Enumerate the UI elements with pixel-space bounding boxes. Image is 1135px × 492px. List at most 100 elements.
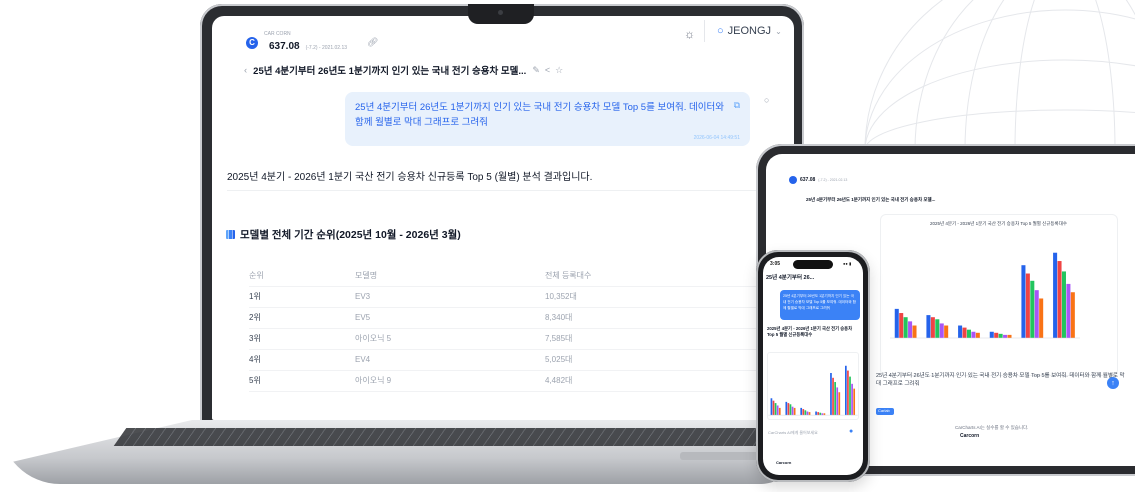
ranking-table: 순위 모델명 전체 등록대수 1위 EV3 10,352대 2위 EV5 8,3… bbox=[249, 266, 769, 392]
tablet-price-meta: (-7.2) - 2021.02.13 bbox=[818, 178, 848, 182]
chart-bar bbox=[789, 404, 792, 416]
link-icon[interactable]: 🔗︎ bbox=[367, 37, 378, 48]
phone-time: 3:05 bbox=[770, 261, 781, 267]
chart-bar bbox=[778, 407, 781, 416]
chart-bar bbox=[1053, 252, 1058, 338]
chart-bar bbox=[1034, 290, 1039, 338]
chart-bar bbox=[944, 325, 949, 338]
chart-bar bbox=[785, 401, 788, 416]
user-menu[interactable]: ○ JEONGJ ⌄ bbox=[704, 20, 786, 42]
divider bbox=[227, 190, 767, 191]
chart-bar bbox=[1066, 283, 1071, 338]
message-timestamp: 2026-06-04 14:49:51 bbox=[693, 135, 740, 141]
tablet-app-logo-icon bbox=[789, 176, 797, 184]
user-message-bubble: 25년 4분기부터 26년도 1분기까지 인기 있는 국내 전기 승용차 모델 … bbox=[345, 92, 750, 146]
chevron-down-icon: ⌄ bbox=[775, 26, 782, 36]
chart-bar bbox=[823, 413, 826, 416]
theme-toggle-icon[interactable]: ☼ bbox=[684, 27, 695, 41]
chart-bar bbox=[962, 327, 967, 338]
chart-bar bbox=[847, 370, 849, 416]
chart-bar bbox=[994, 332, 999, 338]
chart-bar bbox=[926, 315, 931, 338]
chart-bar bbox=[787, 403, 790, 416]
mic-icon[interactable]: ● bbox=[849, 428, 853, 435]
phone-chat-input[interactable]: CarCharts AI에게 물어보세요 bbox=[768, 430, 858, 436]
table-row: 3위 아이오닉 5 7,585대 bbox=[249, 328, 769, 350]
cell-rank: 5위 bbox=[249, 370, 355, 392]
chart-bar bbox=[1061, 271, 1066, 338]
app-name: CAR CORN bbox=[264, 31, 291, 37]
tablet-chat-input[interactable]: 25년 4분기부터 26년도 1분기까지 인기 있는 국내 전기 승용차 모델 … bbox=[876, 372, 1126, 394]
chart-bar bbox=[819, 412, 822, 416]
chart-bar bbox=[1007, 334, 1012, 338]
chart-bar bbox=[1003, 334, 1008, 338]
chart-bar bbox=[989, 331, 994, 338]
table-row: 1위 EV3 10,352대 bbox=[249, 286, 769, 308]
chart-bar bbox=[834, 382, 836, 416]
chart-bar bbox=[1025, 273, 1030, 338]
cell-model: EV3 bbox=[355, 286, 545, 308]
chart-bar bbox=[821, 413, 824, 416]
tablet-bar-chart bbox=[890, 252, 1080, 339]
title-tools[interactable]: ✎<☆ bbox=[532, 65, 568, 76]
cell-rank: 4위 bbox=[249, 349, 355, 371]
chart-bar bbox=[815, 411, 817, 416]
table-header-row: 순위 모델명 전체 등록대수 bbox=[249, 266, 769, 287]
chart-bar bbox=[958, 325, 963, 338]
phone-bar-chart bbox=[767, 352, 859, 420]
cell-rank: 3위 bbox=[249, 328, 355, 350]
chart-bar bbox=[802, 409, 805, 416]
chart-bar bbox=[1030, 280, 1035, 338]
chart-bar bbox=[899, 313, 904, 338]
tablet-badge[interactable]: Carlab bbox=[876, 408, 894, 415]
chart-bar bbox=[832, 377, 834, 416]
chart-bar bbox=[975, 332, 980, 338]
table-row: 5위 아이오닉 9 4,482대 bbox=[249, 370, 769, 392]
table-row: 2위 EV5 8,340대 bbox=[249, 307, 769, 329]
chart-bar bbox=[908, 321, 913, 338]
conversation-header: ‹ 25년 4분기부터 26년도 1분기까지 인기 있는 국내 전기 승용차 모… bbox=[244, 63, 568, 78]
cell-total: 10,352대 bbox=[545, 286, 769, 308]
chart-bar bbox=[930, 317, 935, 338]
section-title: 모델별 전체 기간 순위(2025년 10월 - 2026년 3월) bbox=[226, 227, 461, 242]
tablet-app-chip[interactable]: 637.08 (-7.2) - 2021.02.13 bbox=[789, 176, 847, 184]
phone-answer: 2025년 4분기 - 2026년 1분기 국산 전기 승용차 Top 5 월별… bbox=[767, 326, 853, 337]
chart-bar bbox=[844, 365, 847, 416]
chart-bar bbox=[806, 411, 809, 416]
copy-icon[interactable]: ⧉ bbox=[734, 100, 740, 111]
chart-bar bbox=[774, 403, 777, 416]
chart-bar bbox=[998, 333, 1003, 338]
phone-status-icons: ●● ▮ bbox=[843, 261, 852, 266]
tablet-chart-title: 2025년 4분기 - 2026년 1분기 국산 전기 승용차 Top 5 월별… bbox=[930, 221, 1067, 226]
cell-total: 4,482대 bbox=[545, 370, 769, 392]
bar-chart-icon bbox=[226, 230, 235, 239]
dynamic-island bbox=[793, 260, 833, 269]
cell-model: EV4 bbox=[355, 349, 545, 371]
chart-bar bbox=[770, 398, 773, 416]
chart-bar bbox=[903, 317, 908, 338]
chart-bar bbox=[939, 323, 944, 338]
chart-bar bbox=[935, 319, 940, 338]
app-chip[interactable]: C CAR CORN 637.08 (-7.2) - 2021.02.13 🔗︎ bbox=[246, 31, 378, 52]
chart-bar bbox=[800, 407, 803, 416]
chart-bar bbox=[793, 407, 796, 416]
chart-bar bbox=[836, 387, 839, 416]
user-icon: ○ bbox=[717, 25, 724, 37]
back-icon[interactable]: ‹ bbox=[244, 65, 247, 76]
column-header-total: 전체 등록대수 bbox=[545, 266, 769, 287]
chart-bar bbox=[838, 392, 841, 416]
tablet-conversation-title: 25년 4분기부터 26년도 1분기까지 인기 있는 국내 전기 승용차 모델.… bbox=[806, 197, 936, 202]
chart-bar bbox=[1039, 298, 1044, 338]
chart-bar bbox=[966, 329, 971, 338]
chart-bar bbox=[791, 406, 794, 416]
send-icon[interactable]: ↑ bbox=[1107, 377, 1119, 389]
chart-bar bbox=[808, 412, 811, 416]
tablet-footer-note: CarCharts AI는 실수를 할 수 있습니다. bbox=[955, 425, 1029, 430]
table-row: 4위 EV4 5,025대 bbox=[249, 349, 769, 371]
chart-bar bbox=[849, 376, 851, 416]
column-header-model: 모델명 bbox=[355, 266, 545, 287]
chart-bar bbox=[1021, 265, 1026, 338]
user-name: JEONGJ bbox=[727, 25, 772, 37]
chart-bar bbox=[817, 412, 820, 416]
cell-total: 7,585대 bbox=[545, 328, 769, 350]
